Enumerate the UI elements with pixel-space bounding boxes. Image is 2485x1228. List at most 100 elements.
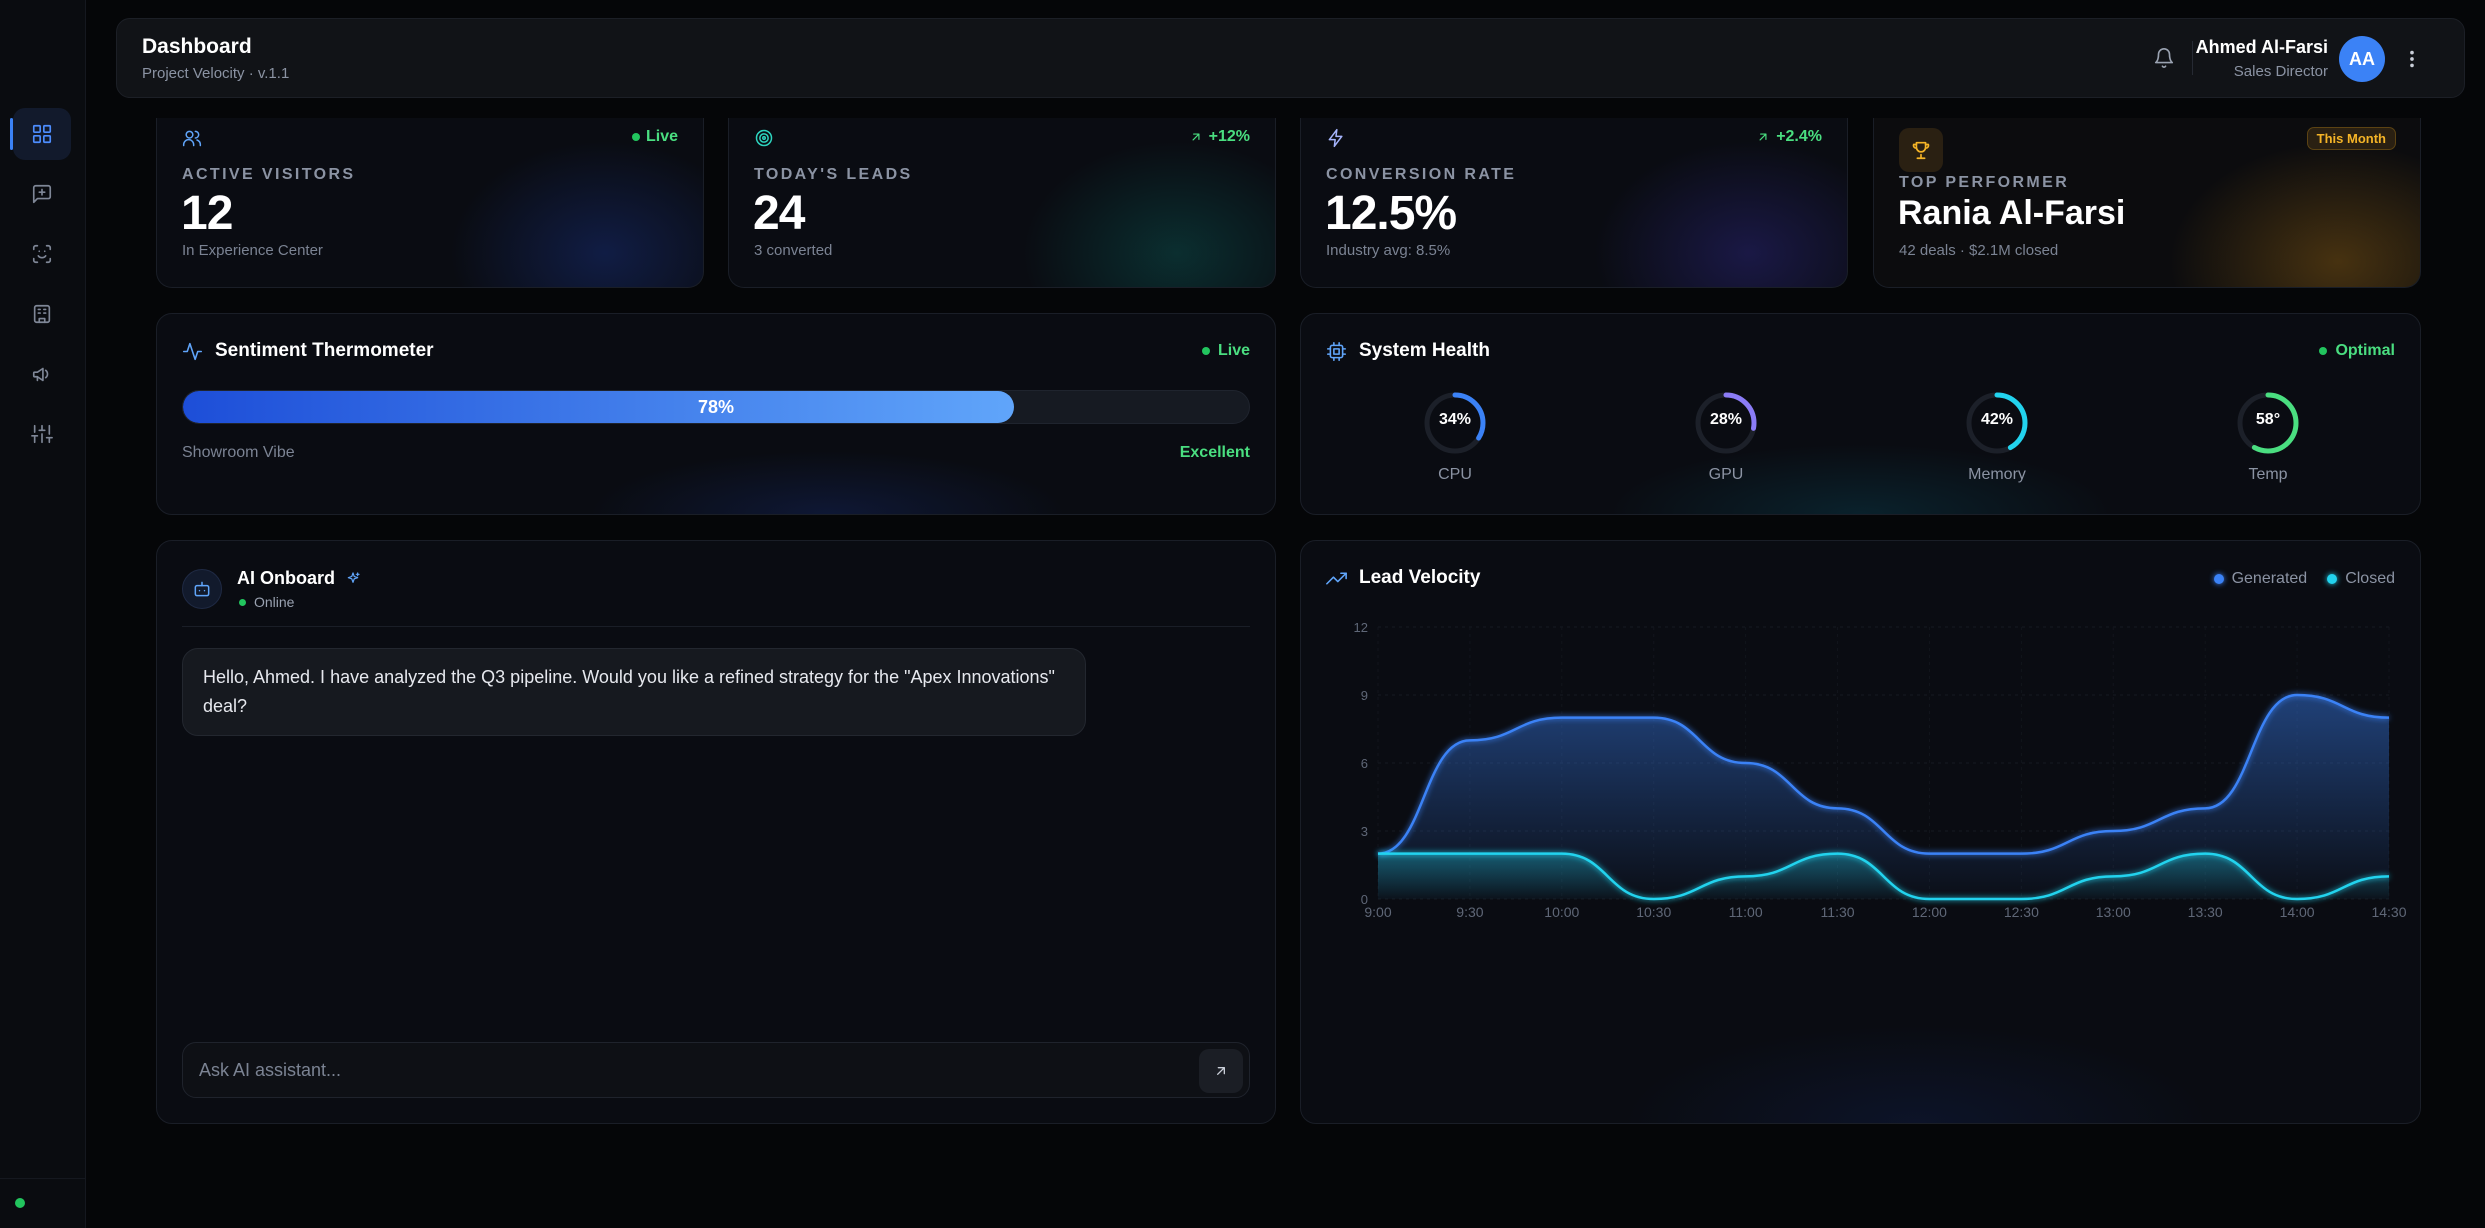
system-health-card: System Health Optimal 34% CPU 28% GPU 42% Mem… <box>1300 313 2421 515</box>
legend-swatch <box>2213 574 2224 584</box>
arrow-up-right-icon <box>1217 1067 1225 1075</box>
sidebar-divider <box>0 1178 86 1179</box>
project-subtitle: Project Velocity · v.1.1 <box>142 65 290 82</box>
y-tick-label: 9 <box>1361 688 1368 703</box>
sidebar-item-scan[interactable] <box>13 228 71 280</box>
zap-icon <box>1326 128 1348 150</box>
stat-note: 3 converted <box>754 242 833 259</box>
grid-icon <box>32 124 52 144</box>
chat-input-box <box>182 1042 1250 1098</box>
x-tick-label: 14:00 <box>2280 904 2315 920</box>
user-role: Sales Director <box>2233 63 2328 80</box>
performer-name: Rania Al-Farsi <box>1898 194 2126 232</box>
more-options-button[interactable] <box>2399 44 2425 74</box>
arrow-up-right-icon <box>1759 133 1767 141</box>
gauge-label: CPU <box>1438 466 1472 483</box>
scan-face-icon <box>32 244 52 264</box>
card-title: System Health <box>1326 340 1490 362</box>
x-tick-label: 10:30 <box>1636 904 1671 920</box>
gauge-value: 42% <box>1980 411 2014 428</box>
gauge-cpu: 34% CPU <box>1395 388 1515 484</box>
stat-label: TODAY'S LEADS <box>754 166 913 183</box>
page-title: Dashboard <box>142 35 252 58</box>
avatar[interactable]: AA <box>2339 36 2385 82</box>
x-tick-label: 9:00 <box>1364 904 1391 920</box>
header-divider <box>2192 41 2193 75</box>
megaphone-icon <box>32 367 49 382</box>
sentiment-card: Sentiment Thermometer Live 78% Showroom … <box>156 313 1276 515</box>
sentiment-bar: 78% <box>182 390 1250 424</box>
x-tick-label: 9:30 <box>1456 904 1483 920</box>
x-tick-label: 14:30 <box>2371 904 2406 920</box>
stat-value: 12 <box>181 187 233 240</box>
sidebar-item-settings[interactable] <box>13 408 71 460</box>
legend-label: Closed <box>2345 570 2395 587</box>
x-tick-label: 13:30 <box>2188 904 2223 920</box>
users-icon <box>182 128 204 150</box>
connection-status-dot <box>15 1198 25 1208</box>
chat-input[interactable] <box>199 1043 1159 1097</box>
assistant-message: Hello, Ahmed. I have analyzed the Q3 pip… <box>182 648 1086 736</box>
sentiment-label: Showroom Vibe <box>182 444 295 461</box>
x-tick-label: 10:00 <box>1544 904 1579 920</box>
y-tick-label: 12 <box>1354 620 1368 635</box>
activity-icon <box>182 342 203 360</box>
trending-up-icon <box>1326 571 1347 585</box>
live-badge: Live <box>631 128 678 146</box>
stat-note: 42 deals · $2.1M closed <box>1899 242 2059 259</box>
cpu-icon <box>1326 341 1347 361</box>
x-tick-label: 12:30 <box>2004 904 2039 920</box>
lead-velocity-chart: 0369129:00 9:30 10:00 10:30 11:00 11:30 12:00 1… <box>1354 620 2407 920</box>
sliders-icon <box>31 424 53 444</box>
sidebar-item-dashboard[interactable] <box>10 108 71 160</box>
x-tick-label: 13:00 <box>2096 904 2131 920</box>
sentiment-value: 78% <box>697 396 735 417</box>
legend-item: Generated <box>2213 570 2308 588</box>
stat-card-active-visitors: Live ACTIVE VISITORS 12 In Experience Ce… <box>156 118 704 288</box>
sidebar-item-campaigns[interactable] <box>13 348 71 400</box>
legend-label: Generated <box>2231 570 2308 587</box>
x-tick-label: 11:00 <box>1729 904 1763 920</box>
stat-label: ACTIVE VISITORS <box>182 166 356 183</box>
legend-swatch <box>2327 574 2338 584</box>
assistant-name: AI Onboard <box>237 568 361 589</box>
message-plus-icon <box>32 184 52 204</box>
stat-card-todays-leads: +12% TODAY'S LEADS 24 3 converted <box>728 118 1276 288</box>
trend-badge: +12% <box>1189 128 1250 146</box>
y-tick-label: 6 <box>1361 756 1368 771</box>
card-title: Lead Velocity <box>1326 567 1480 589</box>
top-header: Dashboard Project Velocity · v.1.1 Ahmed… <box>116 18 2465 98</box>
sidebar <box>0 0 86 1228</box>
trophy-icon <box>1899 128 1943 172</box>
sidebar-item-buildings[interactable] <box>13 288 71 340</box>
gauge-label: GPU <box>1708 466 1744 483</box>
stat-label: CONVERSION RATE <box>1326 166 1517 183</box>
stat-value: 12.5% <box>1325 187 1457 240</box>
stat-note: In Experience Center <box>182 242 323 259</box>
trend-badge: +2.4% <box>1756 128 1822 146</box>
chart-legend: Generated Closed <box>2213 570 2395 588</box>
health-status: Optimal <box>2319 342 2395 360</box>
sparkles-icon <box>347 571 360 583</box>
stat-label: TOP PERFORMER <box>1899 174 2070 191</box>
legend-item: Closed <box>2327 570 2395 588</box>
gauge-value: 34% <box>1438 411 1472 428</box>
live-badge: Live <box>1201 342 1250 360</box>
send-button[interactable] <box>1199 1049 1243 1093</box>
gauge-label: Temp <box>2248 466 2288 483</box>
lead-velocity-card: 0 3 6 9 12 9:00 9:30 10:00 10:30 11:00 11:30 12:00 1… <box>1300 540 2421 1124</box>
y-tick-label: 3 <box>1361 824 1368 839</box>
period-badge: This Month <box>2306 127 2396 150</box>
card-title: Sentiment Thermometer <box>182 340 434 362</box>
user-name: Ahmed Al-Farsi <box>2195 37 2328 57</box>
notifications-button[interactable] <box>2149 43 2179 73</box>
sentiment-rating: Excellent <box>1179 444 1250 461</box>
gauge-value: 28% <box>1709 411 1743 428</box>
assistant-status: Online <box>239 594 294 610</box>
stat-note: Industry avg: 8.5% <box>1326 242 1451 259</box>
gauge-temp: 58° Temp <box>2208 388 2328 484</box>
gauge-memory: 42% Memory <box>1937 388 2057 484</box>
target-icon <box>754 128 776 150</box>
sidebar-item-messages[interactable] <box>13 168 71 220</box>
stat-card-top-performer: This Month TOP PERFORMER Rania Al-Farsi … <box>1873 118 2421 288</box>
